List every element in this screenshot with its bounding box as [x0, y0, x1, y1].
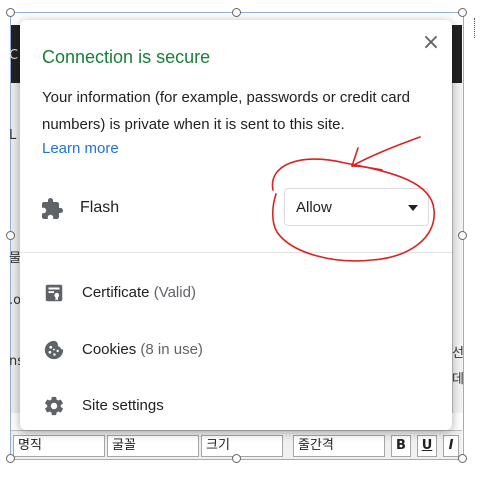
underline-button[interactable]: U [417, 435, 437, 457]
close-icon[interactable]: × [420, 32, 442, 54]
certificate-label: Certificate [82, 284, 150, 301]
cookies-label: Cookies [82, 341, 137, 358]
site-settings-row[interactable]: Site settings [20, 384, 452, 428]
selection-handle[interactable] [232, 8, 241, 17]
certificate-row[interactable]: Certificate (Valid) [20, 271, 452, 315]
chevron-down-icon [408, 205, 418, 211]
permission-row-flash: Flash Allow [20, 185, 452, 233]
toolbar-font-select[interactable]: 굴꼴 [107, 435, 199, 457]
permission-label: Flash [80, 199, 120, 216]
site-info-popup: × Connection is secure Your information … [20, 20, 452, 430]
toolbar-size-select[interactable]: 크기 [201, 435, 283, 457]
resize-grip [474, 18, 481, 38]
connection-status-title: Connection is secure [42, 47, 211, 67]
learn-more-link[interactable]: Learn more [42, 140, 119, 157]
selection-handle[interactable] [6, 454, 15, 463]
toolbar-line-spacing-select[interactable]: 줄간격 [293, 435, 385, 457]
puzzle-piece-icon [42, 198, 63, 219]
background-left-text: C [9, 48, 19, 63]
cookies-row[interactable]: Cookies (8 in use) [20, 328, 452, 372]
certificate-icon [45, 284, 63, 302]
selection-handle[interactable] [6, 231, 15, 240]
background-right-text: 데 [452, 372, 464, 387]
selection-handle[interactable] [232, 454, 241, 463]
divider [20, 252, 452, 253]
flash-permission-select[interactable]: Allow [284, 188, 429, 226]
toolbar-style-select[interactable]: 명직 [13, 435, 105, 457]
site-settings-label: Site settings [82, 397, 164, 414]
connection-description: Your information (for example, passwords… [42, 89, 410, 133]
selection-handle[interactable] [458, 231, 467, 240]
cookie-icon [44, 340, 64, 360]
selection-handle[interactable] [458, 8, 467, 17]
select-value: Allow [296, 199, 332, 216]
background-left-text: L [9, 128, 17, 143]
selection-handle[interactable] [6, 8, 15, 17]
bold-button[interactable]: B [391, 435, 411, 457]
background-right-panel [452, 83, 463, 413]
cookies-count: (8 in use) [140, 341, 203, 358]
background-right-text: 선 [452, 346, 464, 361]
gear-icon [45, 396, 63, 416]
selection-handle[interactable] [458, 454, 467, 463]
certificate-status: (Valid) [153, 284, 196, 301]
italic-button[interactable]: I [443, 435, 459, 457]
